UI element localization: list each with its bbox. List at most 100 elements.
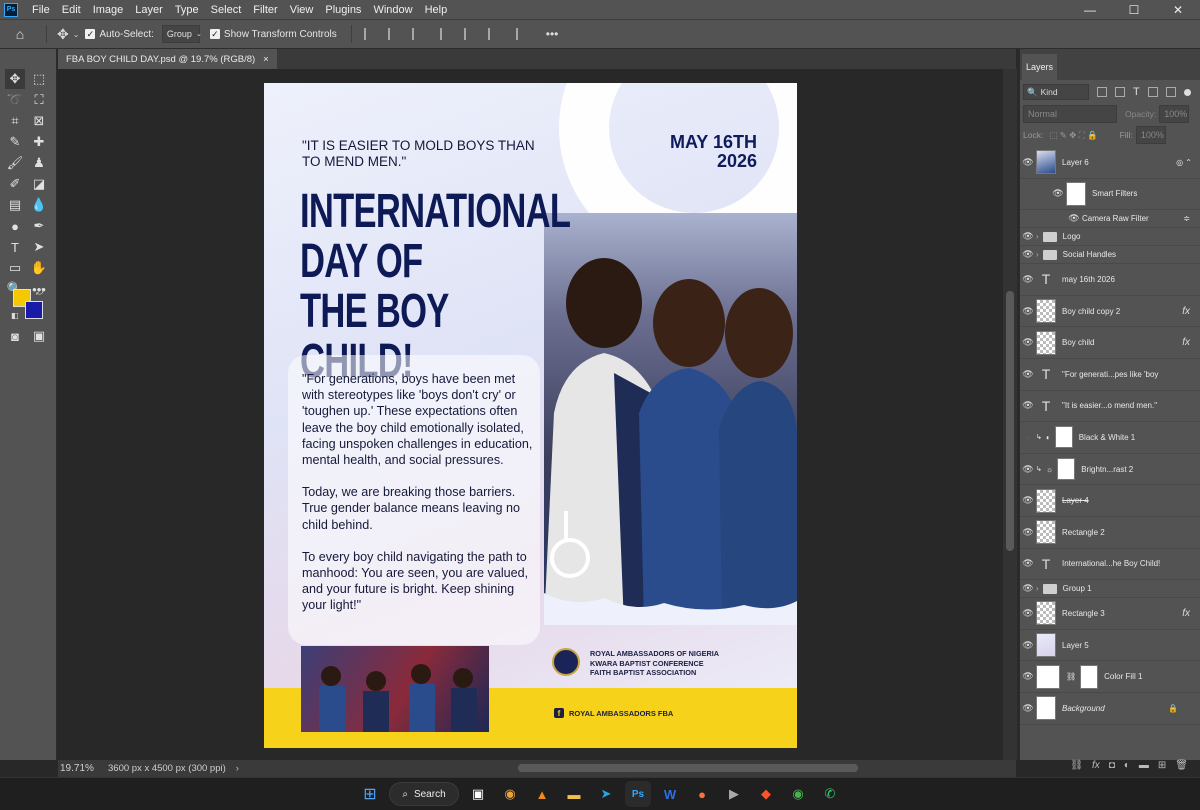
align-top-icon[interactable]: [439, 28, 452, 40]
eraser-tool-icon[interactable]: ◪: [29, 174, 49, 194]
telegram-icon[interactable]: ➤: [593, 781, 619, 807]
visibility-eye-icon[interactable]: 👁: [1020, 369, 1036, 380]
visibility-eye-icon[interactable]: 👁: [1020, 337, 1036, 348]
new-group-icon[interactable]: ▬: [1139, 760, 1149, 771]
visibility-eye-icon[interactable]: 👁: [1020, 583, 1036, 594]
align-right-icon[interactable]: [411, 28, 424, 40]
layer-effects-icon[interactable]: fx: [1182, 608, 1190, 619]
frame-tool-icon[interactable]: ⊠: [29, 111, 49, 131]
taskbar-search[interactable]: ⌕ Search: [389, 782, 459, 806]
eyedropper-tool-icon[interactable]: ✎: [5, 132, 25, 152]
auto-select-checkbox[interactable]: ✓ Auto-Select:: [85, 29, 154, 40]
menu-view[interactable]: View: [284, 4, 320, 16]
layer-row[interactable]: 👁 Boy child fx: [1020, 327, 1200, 359]
add-style-icon[interactable]: fx: [1092, 760, 1100, 771]
menu-filter[interactable]: Filter: [247, 4, 283, 16]
marquee-tool-icon[interactable]: ⬚: [29, 69, 49, 89]
show-transform-checkbox[interactable]: ✓ Show Transform Controls: [209, 29, 337, 40]
align-center-icon[interactable]: [387, 28, 400, 40]
visibility-eye-icon[interactable]: 👁: [1020, 306, 1036, 317]
home-icon[interactable]: ⌂: [0, 26, 40, 42]
align-left-icon[interactable]: [363, 28, 376, 40]
close-tab-icon[interactable]: ×: [263, 54, 269, 65]
opacity-field[interactable]: 100%: [1159, 105, 1190, 123]
zoom-level[interactable]: 19.71%: [60, 763, 108, 774]
more-options-icon[interactable]: •••: [546, 27, 559, 41]
filter-smart-icon[interactable]: [1165, 87, 1176, 97]
visibility-eye-icon[interactable]: 👁: [1020, 671, 1036, 682]
new-layer-icon[interactable]: ⊞: [1158, 760, 1166, 771]
visibility-eye-icon[interactable]: 👁: [1020, 703, 1036, 714]
expand-arrow-icon[interactable]: ›: [1036, 232, 1039, 241]
layer-effects-icon[interactable]: fx: [1182, 306, 1190, 317]
history-brush-icon[interactable]: ✐: [5, 174, 25, 194]
hand-tool-icon[interactable]: ✋: [29, 258, 49, 278]
layer-row[interactable]: 👁 T "It is easier...o mend men.": [1020, 391, 1200, 423]
layer-row[interactable]: 👁 Camera Raw Filter ≑: [1020, 210, 1200, 229]
layer-row[interactable]: 👁 T International...he Boy Child!: [1020, 549, 1200, 581]
layer-row[interactable]: 👁 › Group 1: [1020, 580, 1200, 599]
visibility-eye-icon[interactable]: 👁: [1020, 249, 1036, 260]
media-player-icon[interactable]: ▶: [721, 781, 747, 807]
layer-row[interactable]: 👁 Layer 6 ◎ ⌃: [1020, 147, 1200, 179]
add-mask-icon[interactable]: ◘: [1109, 760, 1115, 771]
layer-row[interactable]: 👁 Smart Filters: [1020, 179, 1200, 211]
visibility-eye-icon[interactable]: 👁: [1020, 400, 1036, 411]
rectangle-tool-icon[interactable]: ▭: [5, 258, 25, 278]
visibility-eye-icon[interactable]: 👁: [1020, 231, 1036, 242]
blur-tool-icon[interactable]: 💧: [29, 195, 49, 215]
horizontal-scroll-thumb[interactable]: [518, 764, 858, 772]
brush-tool-icon[interactable]: 🖌: [5, 153, 25, 173]
visibility-eye-icon[interactable]: 👁: [1020, 640, 1036, 651]
menu-window[interactable]: Window: [367, 4, 418, 16]
filter-adjustment-icon[interactable]: [1115, 87, 1125, 97]
lock-pixels-icon[interactable]: ⬚ ✎ ✥ ⛶ 🔒: [1049, 130, 1097, 141]
background-color-swatch[interactable]: [25, 301, 43, 319]
menu-file[interactable]: File: [26, 4, 56, 16]
visibility-eye-icon[interactable]: 👁: [1020, 527, 1036, 538]
vlc-icon[interactable]: ▲: [529, 781, 555, 807]
menu-help[interactable]: Help: [419, 4, 454, 16]
link-layers-icon[interactable]: ⛓: [1070, 760, 1083, 771]
filter-shape-icon[interactable]: [1147, 87, 1158, 97]
word-icon[interactable]: W: [657, 781, 683, 807]
menu-plugins[interactable]: Plugins: [319, 4, 367, 16]
type-tool-icon[interactable]: T: [5, 237, 25, 257]
layer-row[interactable]: 👁 T may 16th 2026: [1020, 264, 1200, 296]
chevron-down-icon[interactable]: ⌄: [73, 30, 80, 39]
layer-row[interactable]: 👁 ⛓ Color Fill 1: [1020, 661, 1200, 693]
tab-layers[interactable]: Layers: [1022, 54, 1058, 80]
visibility-eye-icon[interactable]: 👁: [1020, 464, 1036, 475]
lock-icon[interactable]: 🔒: [1168, 704, 1178, 713]
status-arrow-icon[interactable]: ›: [236, 763, 239, 774]
default-colors-icon[interactable]: ◧: [11, 311, 19, 320]
chrome-profile-icon[interactable]: ◉: [785, 781, 811, 807]
auto-select-dropdown[interactable]: Group ⌄: [161, 25, 202, 43]
crop-tool-icon[interactable]: ⌗: [5, 111, 25, 131]
menu-layer[interactable]: Layer: [129, 4, 169, 16]
menu-edit[interactable]: Edit: [56, 4, 87, 16]
visibility-eye-icon[interactable]: 👁: [1020, 274, 1036, 285]
quick-mask-icon[interactable]: ◙: [5, 326, 25, 346]
screen-mode-icon[interactable]: ▣: [29, 326, 49, 346]
expand-arrow-icon[interactable]: ›: [1036, 250, 1039, 259]
visibility-eye-icon[interactable]: 👁: [1066, 213, 1082, 224]
new-adjustment-icon[interactable]: ◐: [1124, 760, 1130, 771]
layer-row[interactable]: 👁 Layer 4: [1020, 485, 1200, 517]
close-button[interactable]: ✕: [1156, 0, 1200, 19]
layer-effects-icon[interactable]: fx: [1182, 337, 1190, 348]
menu-select[interactable]: Select: [205, 4, 248, 16]
dodge-tool-icon[interactable]: ●: [5, 216, 25, 236]
layer-row[interactable]: 👁 Background 🔒: [1020, 693, 1200, 725]
firefox-icon[interactable]: ●: [689, 781, 715, 807]
align-bottom-icon[interactable]: [487, 28, 500, 40]
swap-colors-icon[interactable]: ⤾: [36, 287, 44, 298]
document-tab[interactable]: FBA BOY CHILD DAY.psd @ 19.7% (RGB/8) ×: [58, 49, 277, 69]
visibility-eye-icon[interactable]: 👁: [1020, 495, 1036, 506]
layer-row[interactable]: 👁 Rectangle 2: [1020, 517, 1200, 549]
delete-layer-icon[interactable]: 🗑: [1175, 760, 1188, 771]
layer-row[interactable]: 👁 › Logo: [1020, 228, 1200, 247]
windows-start-icon[interactable]: ⊞: [357, 781, 383, 807]
gradient-tool-icon[interactable]: ▤: [5, 195, 25, 215]
move-tool-icon[interactable]: ✥: [57, 26, 69, 43]
